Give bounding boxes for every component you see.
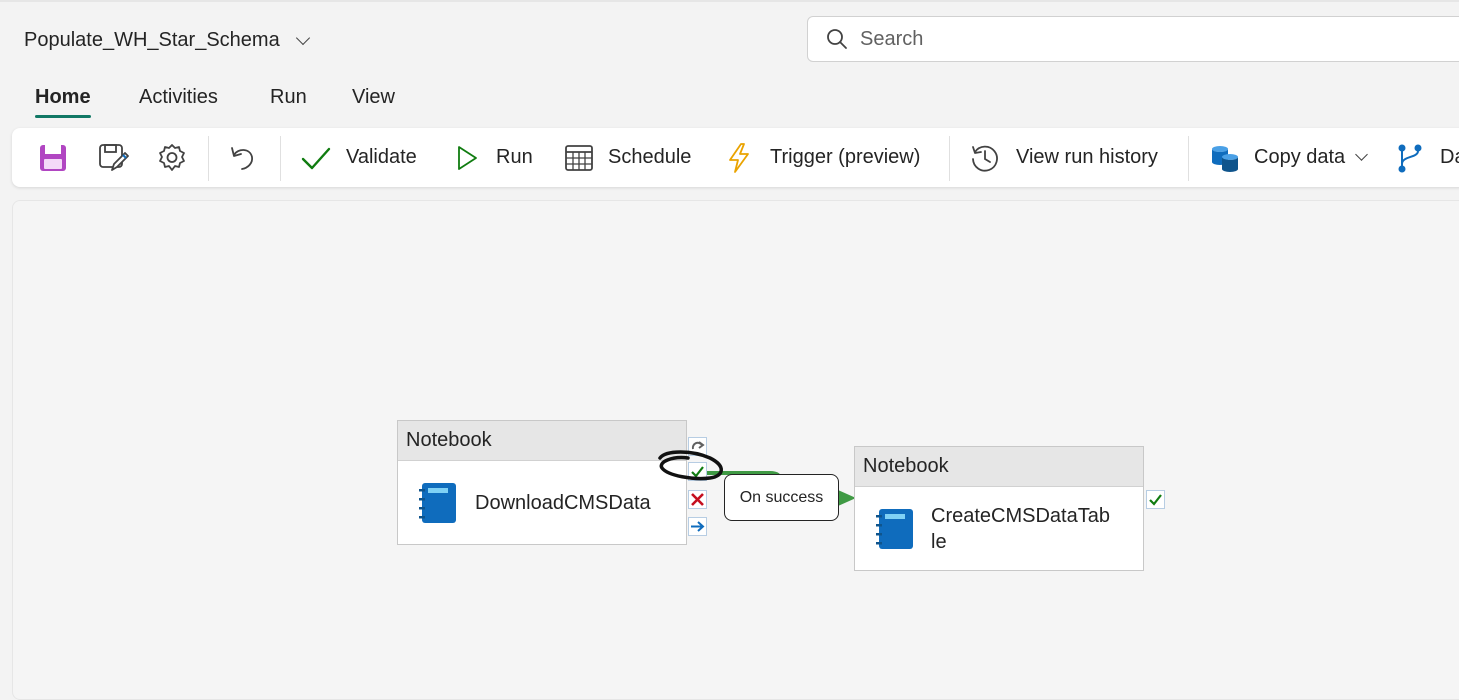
completion-port[interactable] — [688, 517, 707, 536]
success-port[interactable] — [1146, 490, 1165, 509]
node-type-header: Notebook — [398, 421, 686, 461]
connection-tooltip: On success — [724, 474, 839, 521]
notebook-icon — [876, 509, 913, 549]
activity-node-download[interactable]: Notebook DownloadCMSData — [397, 420, 687, 545]
notebook-icon — [419, 483, 456, 523]
checkmark-icon — [1149, 494, 1162, 506]
node-body: CreateCMSDataTab le — [855, 487, 1143, 571]
failure-port[interactable] — [688, 490, 707, 509]
node-name: DownloadCMSData — [475, 491, 651, 514]
node-body: DownloadCMSData — [398, 461, 686, 545]
annotation-scribble — [658, 450, 723, 481]
node-type-header: Notebook — [855, 447, 1143, 487]
node-name: CreateCMSDataTab le — [931, 505, 1110, 553]
close-icon — [691, 493, 704, 506]
activity-node-create[interactable]: Notebook CreateCMSDataTab le — [854, 446, 1144, 571]
connection-arrow — [707, 471, 856, 506]
arrow-right-icon — [691, 521, 705, 532]
